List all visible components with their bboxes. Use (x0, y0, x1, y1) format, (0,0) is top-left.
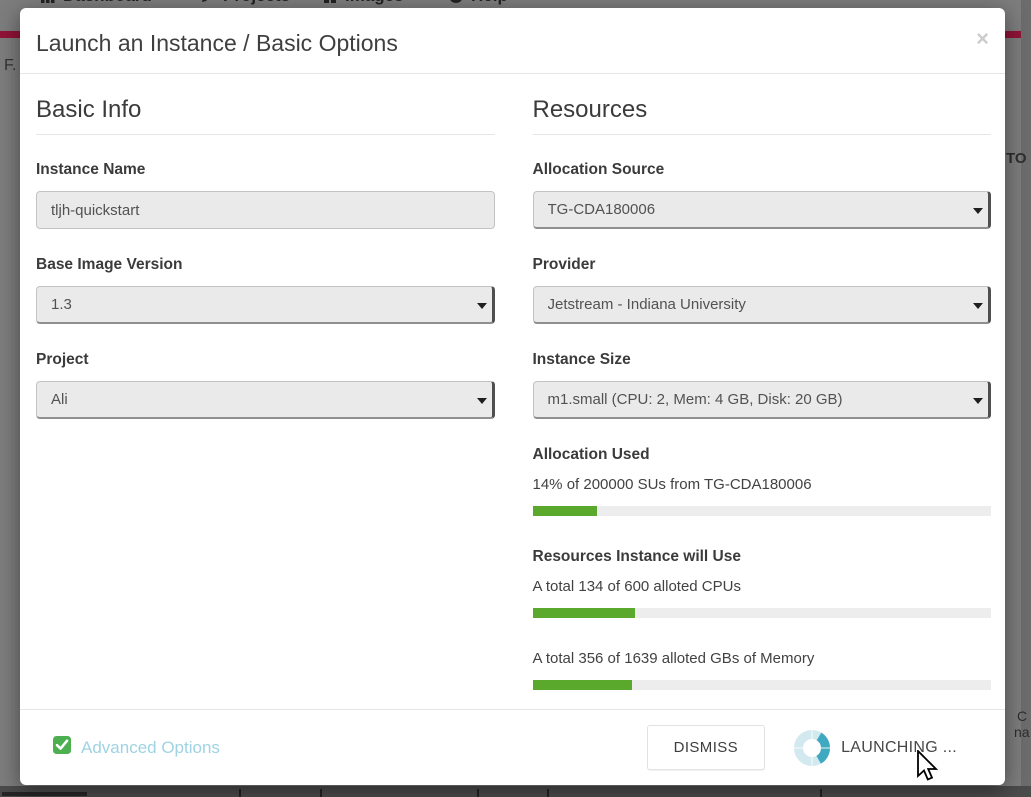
instance-size-select[interactable]: m1.small (CPU: 2, Mem: 4 GB, Disk: 20 GB… (533, 381, 992, 419)
advanced-options-link[interactable]: Advanced Options (52, 735, 220, 760)
instance-size-label: Instance Size (533, 351, 992, 369)
cpu-usage-progressbar (533, 608, 992, 618)
allocation-used-progressbar (533, 506, 992, 516)
select-value: Jetstream - Indiana University (548, 296, 975, 313)
basic-info-section: Basic Info Instance Name Base Image Vers… (36, 96, 495, 709)
allocation-source-select[interactable]: TG-CDA180006 (533, 191, 992, 229)
base-image-version-label: Base Image Version (36, 256, 495, 274)
background-table-lines (820, 789, 822, 797)
nav-item-help: ? Help (448, 0, 508, 6)
spinner-icon (793, 729, 831, 767)
background-right-column (1021, 0, 1031, 786)
provider-select[interactable]: Jetstream - Indiana University (533, 286, 992, 324)
dropdown-arrow-icon (477, 398, 487, 404)
allocation-used-text: 14% of 200000 SUs from TG-CDA180006 (533, 476, 992, 493)
bar-chart-icon (40, 0, 56, 4)
dismiss-button[interactable]: DISMISS (647, 725, 765, 770)
project-select[interactable]: Ali (36, 381, 495, 419)
select-value: Ali (51, 391, 478, 408)
dropdown-arrow-icon (973, 303, 983, 309)
base-image-version-select[interactable]: 1.3 (36, 286, 495, 324)
nav-label: Projects (223, 0, 290, 6)
svg-text:?: ? (453, 0, 459, 3)
dropdown-arrow-icon (973, 398, 983, 404)
launch-instance-modal: Launch an Instance / Basic Options × Bas… (20, 8, 1005, 785)
nav-label: Help (471, 0, 508, 6)
nav-item-dashboard: Dashboard (40, 0, 152, 6)
section-heading-resources: Resources (533, 96, 992, 135)
section-heading-basic-info: Basic Info (36, 96, 495, 135)
allocation-source-label: Allocation Source (533, 161, 992, 179)
background-text-fragment: C (1017, 708, 1027, 724)
mouse-cursor (915, 750, 941, 791)
memory-usage-text: A total 356 of 1639 alloted GBs of Memor… (533, 650, 992, 667)
modal-header: Launch an Instance / Basic Options × (20, 8, 1005, 74)
allocation-used-label: Allocation Used (533, 446, 992, 464)
modal-body: Basic Info Instance Name Base Image Vers… (20, 74, 1005, 709)
cpu-usage-text: A total 134 of 600 alloted CPUs (533, 578, 992, 595)
background-table-lines (320, 789, 322, 797)
instance-name-label: Instance Name (36, 161, 495, 179)
background-table-strip (0, 786, 1031, 797)
background-table-lines (547, 789, 549, 797)
project-label: Project (36, 351, 495, 369)
dropdown-arrow-icon (973, 208, 983, 214)
pencil-icon (200, 0, 216, 4)
background-text-fragment: na (1014, 724, 1030, 740)
advanced-options-label: Advanced Options (81, 738, 220, 758)
nav-label: Dashboard (63, 0, 152, 6)
background-navbar: Dashboard Projects Images ? Help (0, 0, 1031, 8)
background-text-fragment: TO (1006, 150, 1027, 167)
progress-fill (533, 608, 635, 618)
help-icon: ? (448, 0, 464, 4)
progress-fill (533, 680, 632, 690)
instance-resources-label: Resources Instance will Use (533, 548, 992, 566)
memory-usage-progressbar (533, 680, 992, 690)
nav-item-images: Images (322, 0, 404, 6)
check-square-icon (52, 735, 72, 760)
nav-item-projects: Projects (200, 0, 290, 6)
background-table-lines (477, 789, 479, 797)
select-value: m1.small (CPU: 2, Mem: 4 GB, Disk: 20 GB… (548, 391, 975, 408)
dropdown-arrow-icon (477, 303, 487, 309)
modal-title: Launch an Instance / Basic Options (36, 30, 989, 57)
select-value: TG-CDA180006 (548, 201, 975, 218)
select-value: 1.3 (51, 296, 478, 313)
background-text-fragment: F. (4, 57, 16, 75)
modal-footer: Advanced Options DISMISS LAUNCHING ... (20, 709, 1005, 785)
provider-label: Provider (533, 256, 992, 274)
images-icon (322, 0, 338, 4)
background-table-lines (239, 789, 241, 797)
instance-name-input[interactable] (36, 191, 495, 229)
progress-fill (533, 506, 597, 516)
background-table-lines (2, 792, 87, 796)
nav-label: Images (345, 0, 404, 6)
close-icon[interactable]: × (976, 28, 989, 50)
resources-section: Resources Allocation Source TG-CDA180006… (533, 96, 992, 709)
